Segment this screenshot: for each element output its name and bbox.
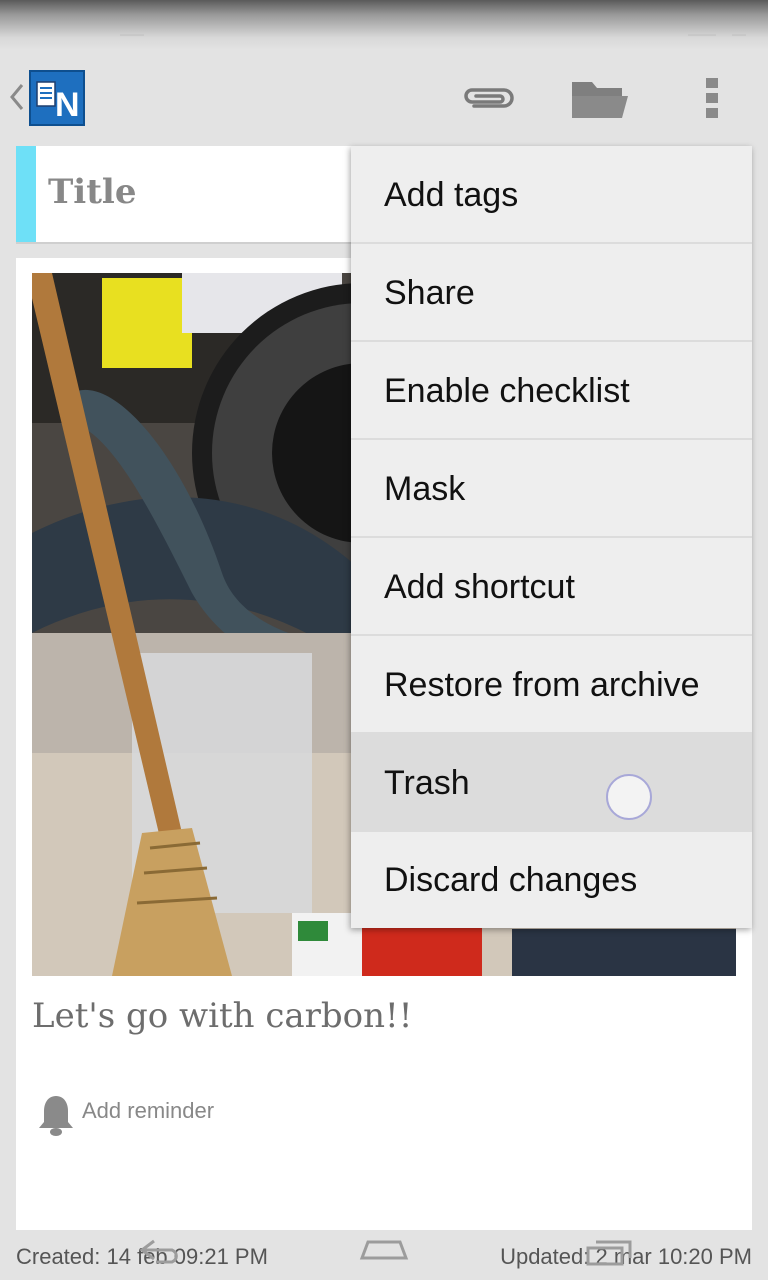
menu-item-label: Share: [384, 274, 475, 312]
title-accent-bar: [16, 146, 36, 242]
app-logo[interactable]: N: [29, 70, 85, 126]
recent-apps-icon[interactable]: [584, 1238, 636, 1268]
menu-item-label: Mask: [384, 470, 466, 508]
menu-item-trash[interactable]: Trash: [351, 734, 752, 832]
bell-icon: [39, 1096, 73, 1136]
title-placeholder: Title: [48, 172, 137, 212]
menu-item-restore-from-archive[interactable]: Restore from archive: [351, 636, 752, 734]
up-chevron-icon[interactable]: [6, 82, 26, 112]
menu-item-discard-changes[interactable]: Discard changes: [351, 832, 752, 928]
note-body-text[interactable]: Let's go with carbon!!: [32, 996, 412, 1036]
menu-item-label: Add tags: [384, 176, 519, 214]
menu-item-label: Restore from archive: [384, 666, 700, 704]
overflow-icon[interactable]: [704, 76, 720, 120]
add-reminder-label: Add reminder: [82, 1098, 215, 1123]
menu-item-label: Enable checklist: [384, 372, 630, 410]
action-bar: [0, 50, 768, 146]
home-icon[interactable]: [358, 1236, 410, 1262]
menu-item-add-tags[interactable]: Add tags: [351, 146, 752, 244]
status-bar: [0, 0, 768, 50]
menu-item-label: Discard changes: [384, 861, 638, 899]
overflow-menu: Add tags Share Enable checklist Mask Add…: [351, 146, 752, 928]
menu-item-share[interactable]: Share: [351, 244, 752, 342]
menu-item-label: Trash: [384, 764, 470, 802]
folder-icon[interactable]: [570, 76, 630, 120]
menu-item-mask[interactable]: Mask: [351, 440, 752, 538]
add-reminder-row[interactable]: Add reminder: [38, 1094, 298, 1142]
attachment-icon[interactable]: [460, 84, 516, 112]
menu-item-add-shortcut[interactable]: Add shortcut: [351, 538, 752, 636]
menu-item-enable-checklist[interactable]: Enable checklist: [351, 342, 752, 440]
touch-indicator: [606, 774, 652, 820]
menu-item-label: Add shortcut: [384, 568, 575, 606]
back-icon[interactable]: [138, 1238, 184, 1264]
svg-text:N: N: [55, 86, 80, 124]
